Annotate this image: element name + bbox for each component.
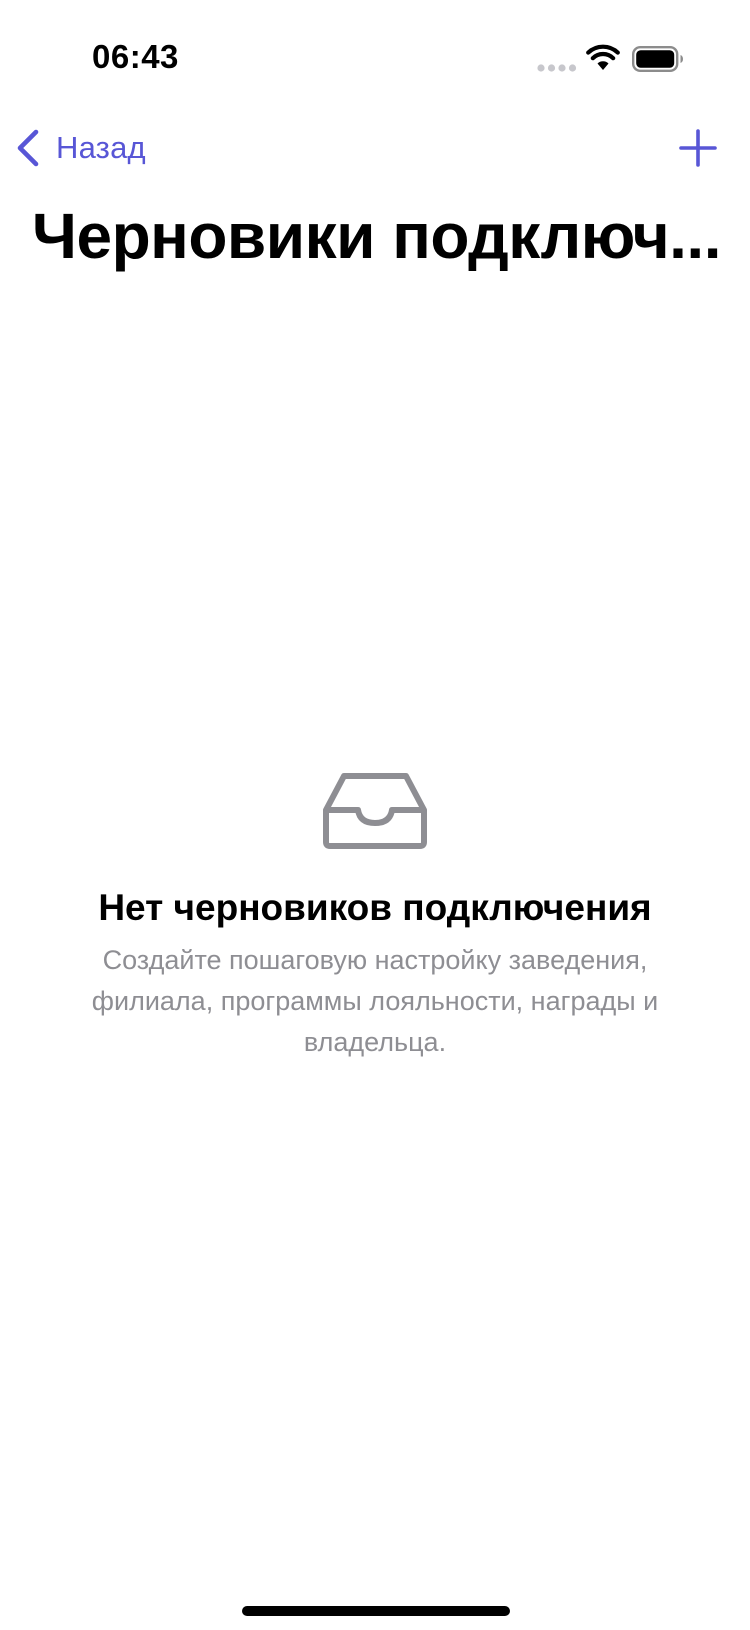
back-button-label: Назад [56,130,146,165]
tray-icon [323,773,427,849]
status-bar: 06:43 [0,0,750,110]
battery-icon [632,46,683,72]
back-button[interactable]: Назад [14,126,146,170]
page-title: Черновики подключ... [32,200,721,272]
empty-state-title: Нет черновиков подключения [98,887,652,928]
screen: 06:43 Назад Черновики подключ... Нет чер… [0,0,750,1630]
empty-state: Нет черновиков подключения Создайте поша… [0,770,750,1063]
wifi-icon [586,44,620,70]
navigation-bar: Назад [0,118,750,178]
home-indicator[interactable] [242,1606,510,1616]
plus-icon[interactable] [676,126,720,170]
empty-state-description: Создайте пошаговую настройку заведения, … [91,945,659,1057]
signal-dots-icon [537,64,577,72]
chevron-left-icon [17,129,39,167]
status-time: 06:43 [92,38,179,75]
